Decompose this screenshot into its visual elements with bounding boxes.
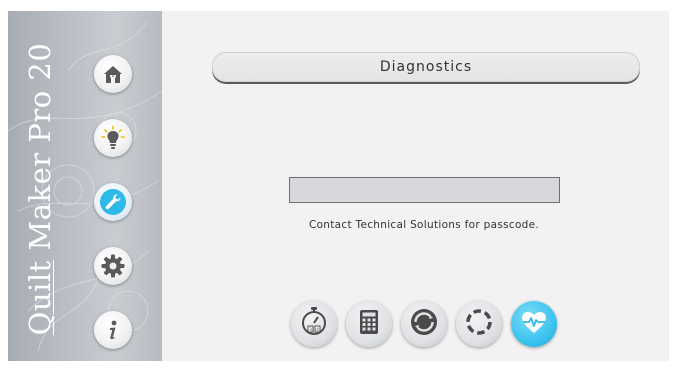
calculator-button[interactable] xyxy=(346,301,392,347)
wrench-icon xyxy=(98,187,128,217)
app-screen: Quilt Maker Pro 20 Diagnostics Contact T… xyxy=(8,11,669,361)
timer-button[interactable]: 3 4 xyxy=(291,301,337,347)
page-title: Diagnostics xyxy=(379,59,473,75)
heartbeat-icon xyxy=(519,307,549,341)
svg-text:3: 3 xyxy=(309,327,312,333)
diagnostics-button[interactable] xyxy=(511,301,557,347)
app-brand-title: Quilt Maker Pro 20 xyxy=(20,39,60,339)
sync-icon xyxy=(408,306,440,342)
svg-text:4: 4 xyxy=(316,327,319,333)
sidebar-item-home[interactable] xyxy=(94,55,132,93)
passcode-hint: Contact Technical Solutions for passcode… xyxy=(308,219,540,231)
diagnostic-toolbar: 3 4 xyxy=(8,301,669,347)
home-icon xyxy=(101,62,125,86)
brand-maker-pro: Maker Pro 20 xyxy=(23,42,57,261)
sync-button[interactable] xyxy=(401,301,447,347)
passcode-input[interactable] xyxy=(289,177,560,203)
lightbulb-icon xyxy=(100,125,126,151)
progress-ring-icon xyxy=(463,306,495,342)
sidebar-item-tips[interactable] xyxy=(94,119,132,157)
calculator-icon xyxy=(354,307,384,341)
page-title-bar: Diagnostics xyxy=(212,52,640,82)
sidebar-item-settings[interactable] xyxy=(94,247,132,285)
stopwatch-icon: 3 4 xyxy=(297,305,331,343)
progress-button[interactable] xyxy=(456,301,502,347)
gear-icon xyxy=(100,253,126,279)
sidebar-item-tools[interactable] xyxy=(94,183,132,221)
